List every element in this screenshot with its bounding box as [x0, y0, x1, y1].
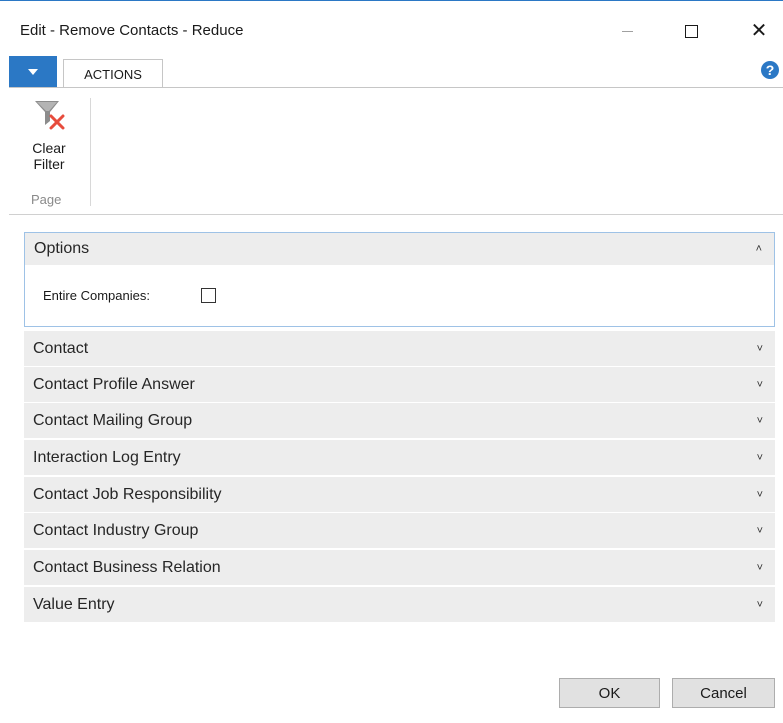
clear-filter-icon	[35, 101, 65, 130]
chevron-down-icon: ˅	[756, 524, 763, 537]
chevron-down-icon: ˅	[756, 451, 763, 464]
fasttab-label: Contact Industry Group	[33, 521, 199, 539]
fasttab-label: Contact Profile Answer	[33, 375, 195, 393]
fasttab-contact[interactable]: Contact ˅	[24, 331, 775, 366]
options-header[interactable]: Options ˄	[25, 233, 774, 265]
chevron-down-icon: ˅	[756, 378, 763, 391]
options-fasttab: Options ˄ Entire Companies:	[24, 232, 775, 327]
dialog-window: Edit - Remove Contacts - Reduce ✕ ACTION…	[0, 0, 783, 723]
fasttab-contact-job-responsibility[interactable]: Contact Job Responsibility ˅	[24, 477, 775, 512]
ribbon-tab-bar: ACTIONS ?	[9, 56, 783, 88]
entire-companies-checkbox[interactable]	[201, 288, 216, 303]
maximize-button[interactable]	[668, 11, 714, 51]
help-icon[interactable]: ?	[761, 61, 779, 79]
entire-companies-label: Entire Companies:	[43, 288, 150, 303]
ribbon-group-label: Page	[31, 192, 62, 207]
fasttab-label: Value Entry	[33, 595, 115, 613]
tab-actions[interactable]: ACTIONS	[63, 59, 163, 88]
fasttab-contact-mailing-group[interactable]: Contact Mailing Group ˅	[24, 403, 775, 438]
chevron-down-icon: ˅	[756, 598, 763, 611]
fasttab-value-entry[interactable]: Value Entry ˅	[24, 587, 775, 622]
close-icon: ✕	[750, 20, 768, 42]
ribbon-bottom-border	[9, 214, 783, 215]
chevron-up-icon: ˄	[755, 243, 762, 255]
chevron-down-icon: ˅	[756, 488, 763, 501]
title-bar: Edit - Remove Contacts - Reduce ✕	[0, 1, 783, 49]
maximize-icon	[684, 24, 698, 38]
window-title: Edit - Remove Contacts - Reduce	[20, 22, 244, 39]
fasttab-label: Contact	[33, 339, 89, 357]
clear-filter-label: Clear Filter	[32, 140, 66, 172]
fasttab-label: Contact Mailing Group	[33, 411, 193, 429]
fasttab-contact-industry-group[interactable]: Contact Industry Group ˅	[24, 513, 775, 548]
fasttab-label: Contact Job Responsibility	[33, 485, 222, 503]
ok-button[interactable]: OK	[559, 678, 660, 708]
cancel-button[interactable]: Cancel	[672, 678, 775, 708]
chevron-down-icon: ˅	[756, 414, 763, 427]
clear-filter-button[interactable]: Clear Filter	[27, 97, 71, 172]
caret-down-icon	[28, 69, 38, 75]
fasttab-contact-business-relation[interactable]: Contact Business Relation ˅	[24, 550, 775, 585]
minimize-button[interactable]	[604, 11, 650, 51]
fasttab-interaction-log-entry[interactable]: Interaction Log Entry ˅	[24, 440, 775, 475]
chevron-down-icon: ˅	[756, 561, 763, 574]
minimize-icon	[621, 30, 633, 32]
ribbon-body: Clear Filter Page	[9, 88, 783, 213]
fasttab-contact-profile-answer[interactable]: Contact Profile Answer ˅	[24, 367, 775, 402]
chevron-down-icon: ˅	[756, 342, 763, 355]
ribbon-menu-button[interactable]	[9, 56, 57, 88]
ribbon-separator	[90, 98, 91, 206]
options-title: Options	[34, 240, 90, 257]
fasttab-label: Interaction Log Entry	[33, 448, 181, 466]
close-button[interactable]: ✕	[736, 11, 782, 51]
fasttab-label: Contact Business Relation	[33, 558, 221, 576]
